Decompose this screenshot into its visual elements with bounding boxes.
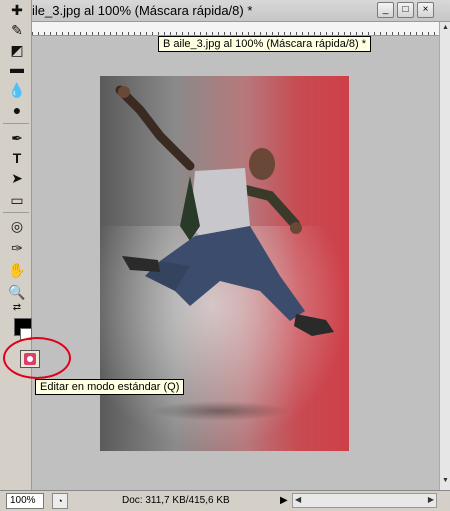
swap-colors-icon[interactable]: ⇄ bbox=[6, 298, 28, 318]
document-tooltip: B aile_3.jpg al 100% (Máscara rápida/8) … bbox=[158, 36, 372, 52]
annotation-circle bbox=[3, 337, 71, 379]
minimize-button[interactable]: _ bbox=[377, 2, 394, 18]
scroll-left-icon[interactable]: ◀ bbox=[295, 495, 301, 504]
vertical-scrollbar[interactable]: ▲ ▼ bbox=[439, 22, 450, 490]
toolbox-separator bbox=[3, 123, 29, 124]
document-size-info: Doc: 311,7 KB/415,6 KB bbox=[122, 495, 230, 506]
path-selection-icon[interactable]: ➤ bbox=[6, 168, 28, 188]
blur-icon[interactable]: 💧 bbox=[6, 80, 28, 100]
healing-brush-icon[interactable]: ✚ bbox=[6, 0, 28, 20]
eraser-icon[interactable]: ◩ bbox=[6, 40, 28, 60]
horizontal-ruler[interactable] bbox=[32, 22, 439, 36]
history-brush-icon[interactable]: ✎ bbox=[6, 20, 28, 40]
toolbox: ✚ ✎ ◩ ▬ 💧 ● ✒ T ➤ ▭ ◎ ✑ ✋ 🔍 ⇄ bbox=[0, 0, 32, 490]
eyedropper-icon[interactable]: ✑ bbox=[6, 238, 28, 258]
horizontal-scrollbar[interactable]: ◀ ▶ bbox=[292, 493, 437, 508]
shape-icon[interactable]: ▭ bbox=[6, 190, 28, 210]
toolbox-separator bbox=[3, 212, 29, 213]
type-icon[interactable]: T bbox=[6, 148, 28, 168]
document-title-bar[interactable]: ile_3.jpg al 100% (Máscara rápida/8) * _… bbox=[0, 0, 450, 22]
hand-icon[interactable]: ✋ bbox=[6, 260, 28, 280]
document-title: ile_3.jpg al 100% (Máscara rápida/8) * bbox=[32, 3, 253, 18]
zoom-input[interactable]: 100% bbox=[6, 493, 44, 509]
status-bar: 100% ◔ Doc: 311,7 KB/415,6 KB ▶ ◀ ▶ bbox=[0, 490, 450, 511]
maximize-button[interactable]: □ bbox=[397, 2, 414, 18]
gradient-icon[interactable]: ▬ bbox=[6, 58, 28, 78]
close-button[interactable]: × bbox=[417, 2, 434, 18]
dodge-icon[interactable]: ● bbox=[6, 100, 28, 120]
scroll-right-icon[interactable]: ▶ bbox=[428, 495, 434, 504]
status-menu-arrow-icon[interactable]: ▶ bbox=[280, 495, 288, 506]
tool-tooltip: Editar en modo estándar (Q) bbox=[35, 379, 185, 395]
scroll-down-icon[interactable]: ▼ bbox=[441, 477, 450, 488]
document-info-icon[interactable]: ◔ bbox=[52, 493, 68, 509]
pen-icon[interactable]: ✒ bbox=[6, 128, 28, 148]
scroll-up-icon[interactable]: ▲ bbox=[441, 24, 450, 35]
notes-icon[interactable]: ◎ bbox=[6, 216, 28, 236]
